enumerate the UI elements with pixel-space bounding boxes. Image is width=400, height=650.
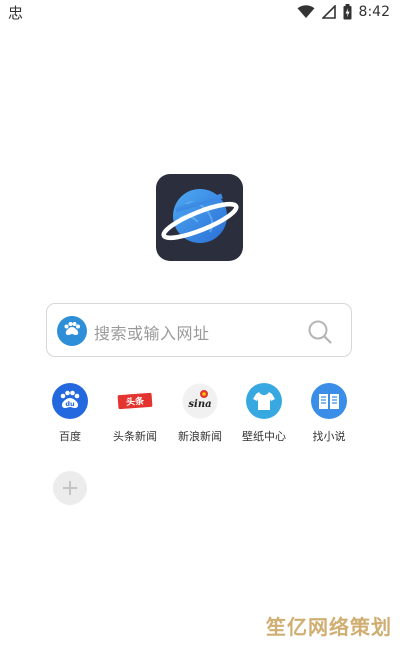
wifi-icon (297, 5, 315, 18)
shortcut-label: 找小说 (312, 430, 346, 443)
shortcut-baidu[interactable]: du 百度 (38, 383, 102, 447)
shortcut-label: 百度 (59, 430, 81, 443)
sina-badge: sina (188, 399, 211, 410)
book-icon (311, 383, 347, 419)
search-box[interactable]: 搜索或输入网址 (46, 303, 352, 357)
sina-icon: sina (182, 383, 218, 419)
shortcut-label: 壁纸中心 (242, 430, 286, 443)
shortcut-toutiao[interactable]: 头条 头条新闻 (103, 383, 167, 447)
watermark: 笙亿网络策划 (266, 615, 392, 639)
shortcut-wallpaper[interactable]: 壁纸中心 (232, 383, 296, 447)
shortcut-sina[interactable]: sina 新浪新闻 (168, 383, 232, 447)
search-icon[interactable] (307, 319, 333, 345)
baidu-icon: du (52, 383, 88, 419)
plus-icon[interactable] (52, 470, 88, 506)
baidu-icon[interactable] (57, 316, 87, 346)
toutiao-icon: 头条 (117, 392, 153, 410)
shortcut-label: 头条新闻 (113, 430, 157, 443)
status-icons: 8:42 (297, 3, 390, 21)
search-input[interactable]: 搜索或输入网址 (94, 320, 210, 344)
planet-icon (161, 189, 239, 243)
tshirt-icon (246, 383, 282, 419)
shortcut-label: 新浪新闻 (178, 430, 222, 443)
signal-icon (321, 5, 336, 19)
shortcut-novel[interactable]: 找小说 (297, 383, 361, 447)
battery-icon (343, 4, 352, 20)
status-time: 8:42 (358, 4, 390, 20)
app-logo (156, 174, 243, 261)
svg-text:du: du (65, 400, 75, 408)
status-bar: 忠 8:42 (0, 0, 400, 24)
status-app-glyph: 忠 (8, 4, 24, 22)
